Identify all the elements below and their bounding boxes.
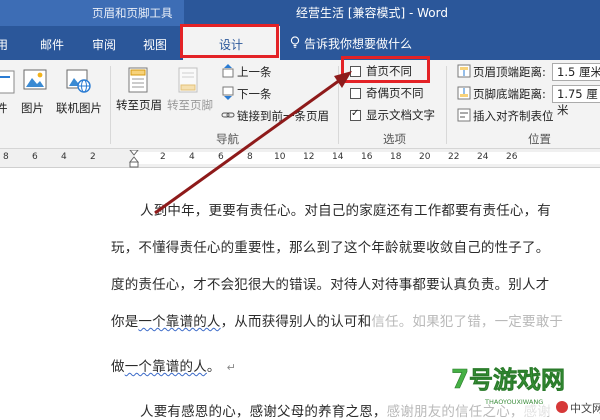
- doc-line-3[interactable]: 度的责任心，才不会犯很大的错误。对待人对待事都要认真负责。别人才: [111, 273, 549, 293]
- tab-view[interactable]: 视图: [143, 36, 167, 53]
- footer-position-icon: [457, 86, 471, 100]
- highlight-box-design-tab: [180, 24, 279, 58]
- doc-line-5[interactable]: 做一个靠谱的人。 ↵: [111, 355, 236, 375]
- indent-marker-icon[interactable]: [129, 150, 139, 168]
- tell-me-search[interactable]: 告诉我你想要做什么: [304, 35, 412, 52]
- grammar-flagged-text: 一个靠谱的人: [124, 359, 207, 375]
- doc-line-4[interactable]: 你是一个靠谱的人，从而获得别人的认可和信任。如果犯了错，一定要敢于: [111, 310, 563, 330]
- ruler-number: 4: [61, 152, 67, 162]
- doc-line-1[interactable]: 人到中年，更要有责任心。对自己的家庭还有工作都要有责任心，有: [140, 199, 551, 219]
- context-tab-group: 页眉和页脚工具: [0, 0, 184, 26]
- link-icon: [221, 112, 235, 118]
- ribbon-tab-row: 用 邮件 审阅 视图: [0, 26, 600, 60]
- header-from-top-label: 页眉顶端距离:: [473, 65, 546, 79]
- highlight-box-first-page: [341, 56, 430, 83]
- goto-header-button[interactable]: 转至页眉: [116, 97, 162, 113]
- ruler-number: 8: [247, 152, 253, 162]
- goto-footer-icon: [178, 67, 198, 93]
- different-odd-even-checkbox[interactable]: [350, 88, 361, 99]
- ruler-number: 12: [303, 152, 315, 162]
- tab-mailings[interactable]: 邮件: [40, 36, 64, 53]
- header-from-top-input[interactable]: 1.5 厘米: [552, 63, 600, 81]
- document-parts-icon: [0, 70, 15, 94]
- doc-line-3-text: 度的责任心，才不会犯很大的错误。对待人对待事都要认真负责。别人才: [111, 277, 550, 293]
- ruler-number: 26: [506, 152, 518, 162]
- ruler-number: 2: [160, 152, 166, 162]
- footer-from-bottom-input[interactable]: 1.75 厘米: [552, 85, 600, 117]
- ruler-number: 20: [419, 152, 431, 162]
- svg-text:THAOYOUXIWANG: THAOYOUXIWANG: [484, 398, 543, 406]
- svg-text:号游戏网: 号游戏网: [469, 366, 565, 394]
- ruler-number: 14: [332, 152, 344, 162]
- goto-header-icon: [128, 67, 148, 93]
- doc-text: 做: [111, 359, 125, 375]
- goto-footer-button[interactable]: 转至页脚: [167, 97, 213, 113]
- previous-section-button[interactable]: 上一条: [237, 64, 272, 80]
- document-parts-button[interactable]: 件: [0, 100, 8, 116]
- footer-from-bottom-label: 页脚底端距离:: [473, 87, 546, 101]
- paragraph-mark: ↵: [226, 361, 237, 374]
- ribbon-separator: [446, 66, 447, 144]
- doc-text: 。: [206, 359, 221, 375]
- ruler-number: 2: [90, 152, 96, 162]
- next-section-button[interactable]: 下一条: [237, 86, 272, 102]
- site-watermark-logo: 7 号游戏网 THAOYOUXIWANG 中文网: [451, 350, 600, 417]
- online-pictures-icon: [66, 69, 91, 93]
- picture-icon: [23, 69, 47, 90]
- ruler-number: 8: [3, 152, 9, 162]
- ruler-number: 24: [477, 152, 489, 162]
- window-title: 经营生活 [兼容模式] - Word: [296, 6, 448, 20]
- ruler-number: 22: [448, 152, 460, 162]
- svg-text:中文网: 中文网: [570, 401, 600, 415]
- doc-text: 人要有感恩的心，感谢父母的养育之恩，: [140, 404, 387, 420]
- insert-alignment-tab-button[interactable]: 插入对齐制表位: [473, 108, 554, 124]
- show-document-text-label: 显示文档文字: [366, 108, 435, 122]
- doc-text: 你是: [111, 314, 139, 330]
- pictures-button[interactable]: 图片: [21, 100, 44, 116]
- header-position-icon: [457, 64, 471, 78]
- doc-text-faded: 信任。如果犯了错，一定要敢于: [371, 314, 564, 330]
- svg-text:7: 7: [451, 365, 469, 395]
- alignment-tab-icon: [457, 108, 471, 122]
- ruler-number: 6: [32, 152, 38, 162]
- navigation-group-label: 导航: [216, 132, 239, 146]
- ruler-number: 18: [390, 152, 402, 162]
- context-tab-group-label: 页眉和页脚工具: [92, 6, 173, 20]
- next-section-icon: [222, 86, 234, 100]
- ruler-number: 6: [218, 152, 224, 162]
- previous-section-icon: [222, 64, 234, 78]
- grammar-flagged-text: 一个靠谱的人: [138, 314, 221, 330]
- online-pictures-button[interactable]: 联机图片: [56, 100, 102, 116]
- show-document-text-checkbox[interactable]: [350, 108, 361, 121]
- ribbon-separator: [110, 66, 111, 144]
- ruler-number: 4: [189, 152, 195, 162]
- doc-text: ，从而获得别人的认可和: [220, 314, 372, 330]
- options-group-label: 选项: [383, 132, 406, 146]
- different-odd-even-label: 奇偶页不同: [366, 86, 424, 100]
- ruler-number: 10: [274, 152, 286, 162]
- tab-review[interactable]: 审阅: [92, 36, 116, 53]
- ruler-number: 16: [361, 152, 373, 162]
- lightbulb-icon: [290, 36, 300, 48]
- position-group-label: 位置: [528, 132, 551, 146]
- doc-line-2[interactable]: 玩，不懂得责任心的重要性，那么到了这个年龄就要收敛自己的性子了。: [111, 236, 549, 256]
- ribbon-separator: [338, 66, 339, 144]
- link-to-previous-button[interactable]: 链接到前一条页眉: [237, 108, 329, 124]
- tab-partial[interactable]: 用: [0, 36, 8, 53]
